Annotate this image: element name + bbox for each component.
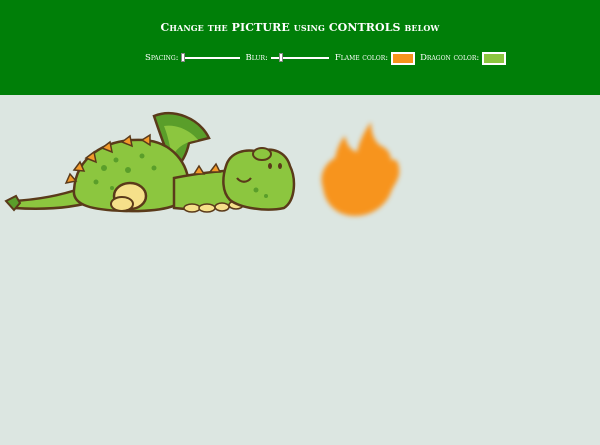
page-title: Change the PICTURE using CONTROLS below <box>160 21 440 34</box>
spacing-slider-track <box>181 57 240 59</box>
controls-bar: Spacing: Blur: Flame color: Dragon color… <box>145 51 511 65</box>
dragon-foot <box>110 196 134 212</box>
spacing-slider-thumb[interactable] <box>181 53 186 62</box>
blur-slider[interactable] <box>270 53 329 63</box>
header-bar: Change the PICTURE using CONTROLS below … <box>0 0 600 95</box>
flame-icon <box>321 122 400 216</box>
dragon-color-label: Dragon color: <box>420 53 480 63</box>
picture-area <box>0 95 600 445</box>
blur-slider-thumb[interactable] <box>279 53 284 62</box>
dragon-icon <box>4 111 296 213</box>
blur-label: Blur: <box>245 53 268 63</box>
flame-color-picker[interactable] <box>391 51 416 65</box>
spacing-slider[interactable] <box>181 53 240 63</box>
spacing-label: Spacing: <box>145 53 179 63</box>
flame-color-label: Flame color: <box>334 53 389 63</box>
flame-shape <box>321 122 400 216</box>
dragon-color-picker[interactable] <box>482 51 507 65</box>
